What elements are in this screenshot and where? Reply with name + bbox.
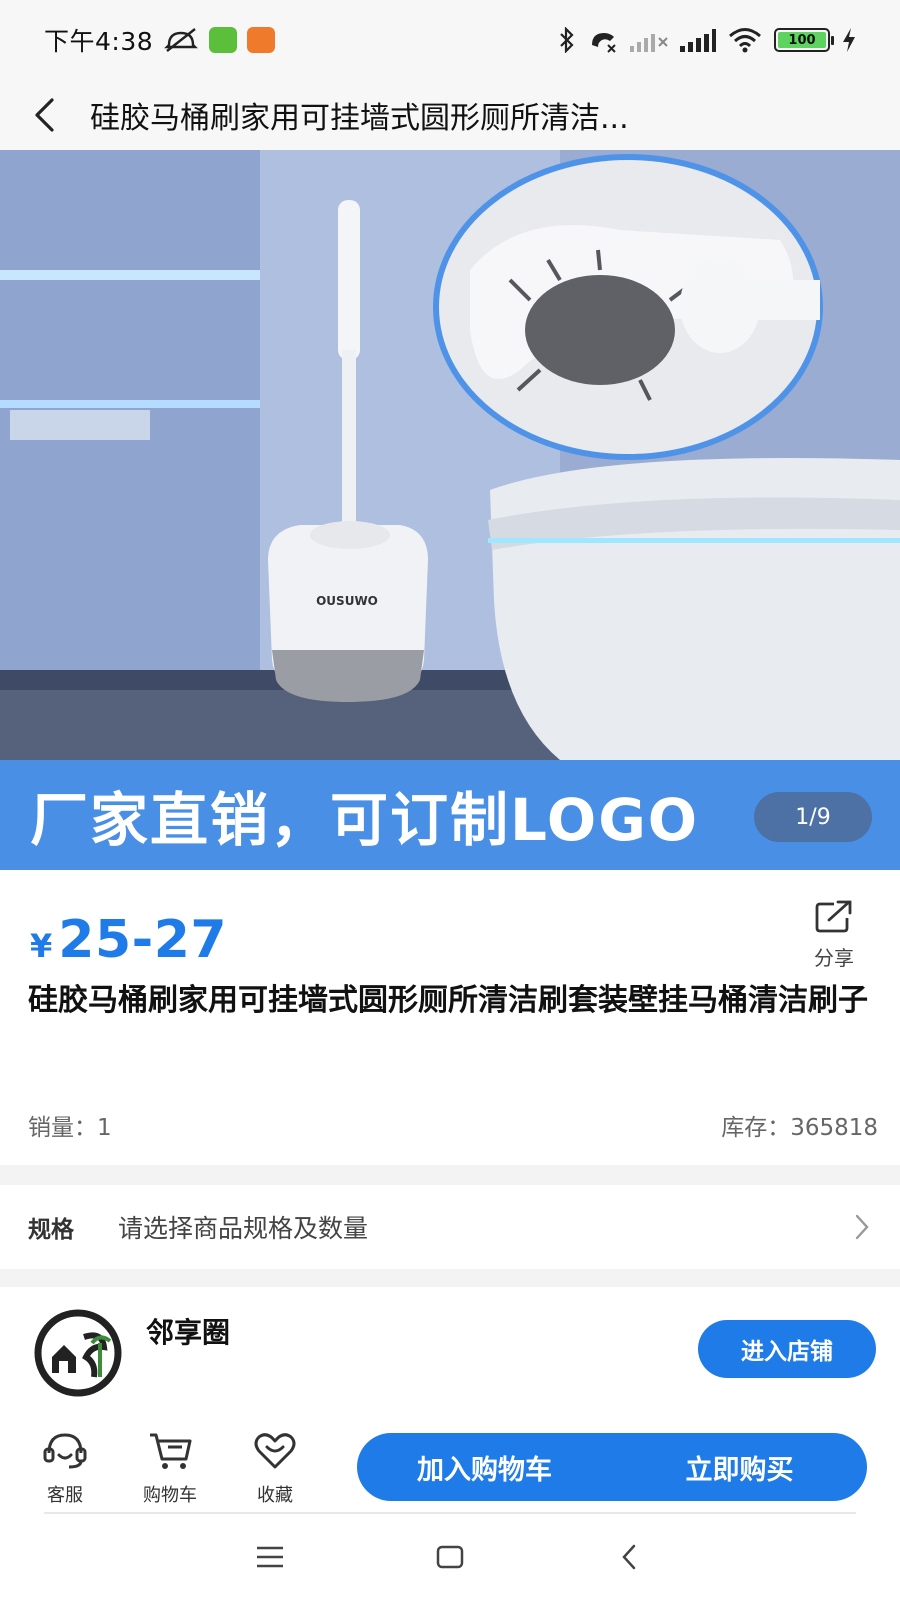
- shop-logo-image: [34, 1309, 122, 1397]
- system-nav-bar: [0, 1514, 900, 1600]
- signal-icon: [680, 29, 716, 52]
- buy-now-button[interactable]: 立即购买: [612, 1433, 867, 1501]
- customer-service-label: 客服: [47, 1485, 83, 1506]
- spec-label: 规格: [28, 1217, 74, 1243]
- charging-icon: [843, 28, 855, 52]
- battery-icon: 100: [774, 28, 834, 52]
- favorite-button[interactable]: 收藏: [230, 1431, 320, 1507]
- app-notification-icon: [247, 27, 276, 53]
- screen: 下午4:38 100 硅胶马桶刷家用可挂墙式圆形厕所清洁... OUSUWO 厂…: [0, 0, 900, 1600]
- promo-banner-text: 厂家直销，可订制LOGO: [30, 786, 700, 854]
- product-image-gallery[interactable]: OUSUWO 厂家直销，可订制LOGO 1/9: [0, 150, 900, 870]
- cart-icon: [150, 1433, 192, 1469]
- currency-symbol: ¥: [30, 927, 53, 965]
- product-photo: OUSUWO: [0, 150, 900, 760]
- recents-button[interactable]: [240, 1527, 300, 1587]
- call-icon: [592, 33, 616, 53]
- title-bar: 硅胶马桶刷家用可挂墙式圆形厕所清洁...: [0, 80, 900, 150]
- product-name: 硅胶马桶刷家用可挂墙式圆形厕所清洁刷套装壁挂马桶清洁刷子: [28, 983, 868, 1018]
- stock-count: 库存：365818: [721, 1115, 878, 1141]
- sales-count: 销量：1: [28, 1115, 112, 1141]
- cart-label: 购物车: [143, 1485, 197, 1506]
- mute-icon: [164, 28, 199, 52]
- share-button[interactable]: 分享: [804, 900, 864, 971]
- bottom-action-bar: 客服 购物车 收藏 加入购物车 立即购买: [0, 1409, 900, 1519]
- product-brand-text: OUSUWO: [316, 594, 378, 608]
- share-label: 分享: [814, 946, 854, 970]
- status-right: 100: [558, 27, 856, 53]
- wifi-icon: [729, 28, 761, 53]
- shop-name: 邻享圈: [146, 1316, 231, 1349]
- price: ¥ 25-27: [30, 910, 227, 970]
- battery-level: 100: [778, 32, 826, 48]
- headset-icon: [43, 1433, 87, 1469]
- status-left: 下午4:38: [44, 22, 276, 58]
- signal-weak-icon: [630, 34, 668, 52]
- system-back-button[interactable]: [600, 1527, 660, 1587]
- product-illustration: OUSUWO: [0, 150, 900, 760]
- price-range: 25-27: [58, 910, 228, 970]
- bluetooth-icon: [560, 27, 574, 53]
- spec-selector[interactable]: 规格 请选择商品规格及数量: [0, 1185, 900, 1269]
- back-icon: [35, 98, 54, 132]
- heart-icon: [254, 1433, 296, 1469]
- spec-value: 请选择商品规格及数量: [118, 1214, 369, 1243]
- back-button[interactable]: [0, 80, 90, 150]
- product-info-card: ¥ 25-27 分享 硅胶马桶刷家用可挂墙式圆形厕所清洁刷套装壁挂马桶清洁刷子 …: [0, 870, 900, 1165]
- home-button[interactable]: [420, 1527, 480, 1587]
- customer-service-button[interactable]: 客服: [20, 1431, 110, 1507]
- menu-icon: [257, 1546, 283, 1568]
- home-icon: [436, 1545, 464, 1569]
- add-to-cart-button[interactable]: 加入购物车: [357, 1433, 612, 1501]
- nav-back-icon: [622, 1544, 636, 1570]
- page-title: 硅胶马桶刷家用可挂墙式圆形厕所清洁...: [90, 101, 629, 136]
- share-icon: [815, 900, 852, 933]
- status-bar: 下午4:38 100: [0, 0, 900, 80]
- shop-card: 邻享圈 进入店铺: [0, 1287, 900, 1409]
- status-time: 下午4:38: [44, 27, 154, 56]
- shop-logo: [32, 1307, 124, 1399]
- favorite-label: 收藏: [257, 1485, 293, 1506]
- enter-shop-button[interactable]: 进入店铺: [698, 1320, 876, 1378]
- image-counter: 1/9: [754, 792, 872, 842]
- cart-button[interactable]: 购物车: [125, 1431, 215, 1507]
- chevron-right-icon: [855, 1214, 869, 1240]
- purchase-buttons: 加入购物车 立即购买: [357, 1433, 867, 1501]
- wechat-notification-icon: [209, 27, 238, 53]
